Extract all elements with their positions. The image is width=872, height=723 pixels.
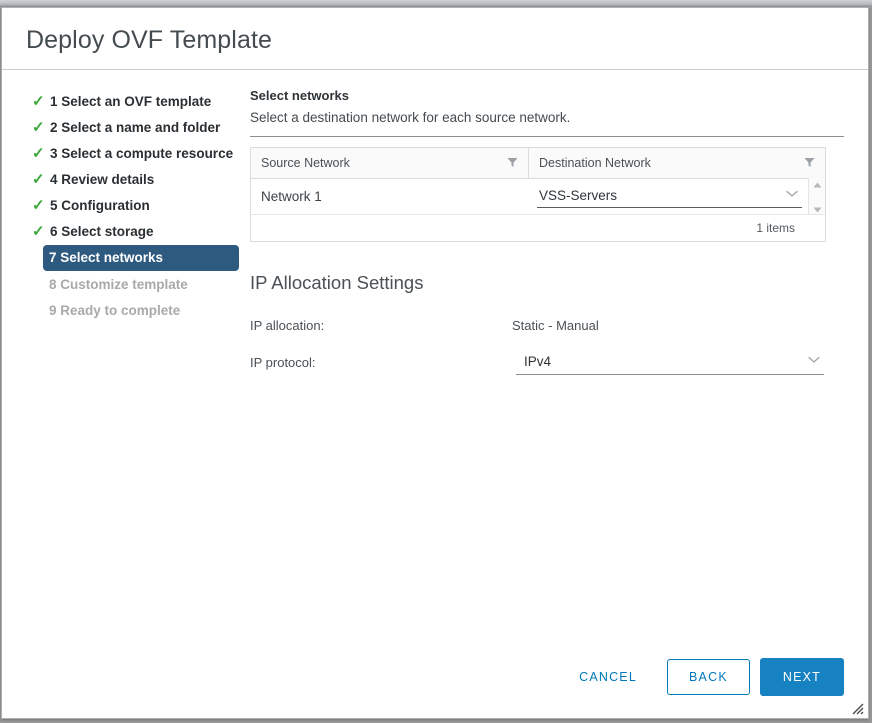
check-icon: ✓ xyxy=(32,222,45,240)
section-heading: Select networks xyxy=(250,87,349,103)
wizard-steps-nav: ✓ 1 Select an OVF template ✓ 2 Select a … xyxy=(26,88,244,324)
section-subheading: Select a destination network for each so… xyxy=(250,109,571,125)
ip-allocation-value: Static - Manual xyxy=(512,317,599,333)
chevron-down-icon xyxy=(808,356,820,367)
page-title: Deploy OVF Template xyxy=(26,26,272,54)
step-label: 5 Configuration xyxy=(50,197,150,213)
chevron-down-icon xyxy=(786,190,798,201)
step-label: 3 Select a compute resource xyxy=(50,145,234,161)
check-icon: ✓ xyxy=(32,92,45,110)
check-icon: ✓ xyxy=(32,170,45,188)
sidebar-item-ready-to-complete: 9 Ready to complete xyxy=(26,298,244,323)
table-header-row: Source Network Destination Network xyxy=(251,147,825,179)
destination-network-value: VSS-Servers xyxy=(539,188,618,204)
column-header-source-network[interactable]: Source Network xyxy=(251,147,529,178)
next-button[interactable]: NEXT xyxy=(759,658,844,696)
networks-table: Source Network Destination Network Netwo… xyxy=(250,146,826,242)
step-label: 7 Select networks xyxy=(49,250,164,266)
filter-icon[interactable] xyxy=(804,157,815,168)
background-page-strip xyxy=(0,0,872,7)
deploy-ovf-template-dialog: Deploy OVF Template ✓ 1 Select an OVF te… xyxy=(1,7,869,719)
check-icon: ✓ xyxy=(32,118,45,136)
sidebar-item-select-ovf-template[interactable]: ✓ 1 Select an OVF template xyxy=(26,89,244,114)
check-icon: ✓ xyxy=(32,196,45,214)
table-row-scroll-spinner[interactable] xyxy=(808,178,825,215)
cell-destination-network: VSS-Servers xyxy=(529,179,808,214)
destination-network-select[interactable]: VSS-Servers xyxy=(537,184,802,209)
sidebar-item-select-name-and-folder[interactable]: ✓ 2 Select a name and folder xyxy=(26,115,244,140)
sidebar-item-select-networks[interactable]: 7 Select networks xyxy=(43,244,239,271)
source-network-value: Network 1 xyxy=(261,188,322,204)
dialog-header: Deploy OVF Template xyxy=(2,8,868,69)
step-label: 6 Select storage xyxy=(50,223,154,239)
item-count-label: 1 items xyxy=(756,220,795,235)
back-button[interactable]: BACK xyxy=(667,659,750,695)
ip-allocation-title: IP Allocation Settings xyxy=(250,271,424,293)
table-footer: 1 items xyxy=(251,214,825,241)
sidebar-item-customize-template: 8 Customize template xyxy=(26,272,244,297)
ip-protocol-value: IPv4 xyxy=(524,354,552,370)
column-header-label: Destination Network xyxy=(539,155,651,170)
ip-protocol-label: IP protocol: xyxy=(250,354,316,370)
dialog-footer: CANCEL BACK NEXT xyxy=(2,658,868,718)
sidebar-item-select-storage[interactable]: ✓ 6 Select storage xyxy=(26,219,244,244)
ip-protocol-row: IP protocol: IPv4 xyxy=(250,350,844,375)
step-label: 4 Review details xyxy=(50,171,155,187)
filter-icon[interactable] xyxy=(507,157,518,168)
ip-allocation-settings-section: IP Allocation Settings IP allocation: St… xyxy=(250,272,844,375)
step-label: 2 Select a name and folder xyxy=(50,119,221,135)
ip-protocol-select[interactable]: IPv4 xyxy=(516,350,824,375)
table-row[interactable]: Network 1 VSS-Servers xyxy=(251,178,825,215)
cell-source-network: Network 1 xyxy=(251,179,529,214)
content-divider xyxy=(250,135,844,137)
ip-allocation-row: IP allocation: Static - Manual xyxy=(250,318,844,333)
cancel-button[interactable]: CANCEL xyxy=(567,662,649,692)
column-header-label: Source Network xyxy=(261,155,350,170)
sidebar-item-select-compute-resource[interactable]: ✓ 3 Select a compute resource xyxy=(26,141,244,166)
step-label: 1 Select an OVF template xyxy=(50,93,212,109)
scroll-down-icon[interactable] xyxy=(813,200,822,218)
sidebar-item-configuration[interactable]: ✓ 5 Configuration xyxy=(26,193,244,218)
resize-grip[interactable] xyxy=(851,702,864,715)
content-pane: Select networks Select a destination net… xyxy=(244,88,844,392)
ip-allocation-label: IP allocation: xyxy=(250,317,325,333)
check-icon: ✓ xyxy=(32,144,45,162)
step-label: 8 Customize template xyxy=(49,276,188,292)
column-header-destination-network[interactable]: Destination Network xyxy=(529,148,825,178)
step-label: 9 Ready to complete xyxy=(49,302,181,318)
sidebar-item-review-details[interactable]: ✓ 4 Review details xyxy=(26,167,244,192)
dialog-body: ✓ 1 Select an OVF template ✓ 2 Select a … xyxy=(2,70,868,392)
